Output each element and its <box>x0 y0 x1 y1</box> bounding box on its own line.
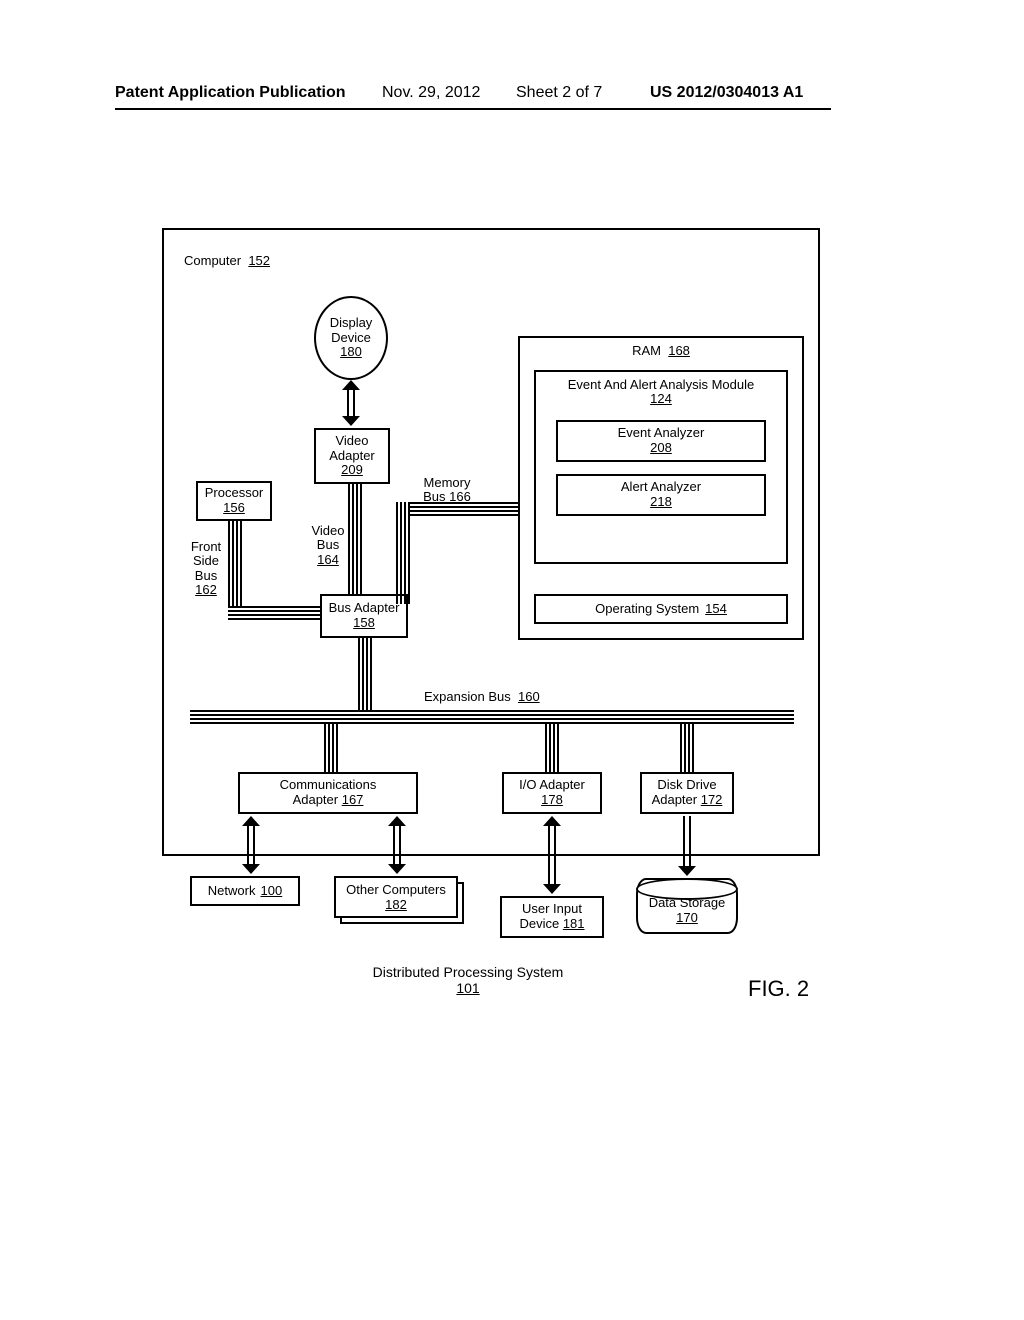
display-device-label-1: Display <box>330 316 373 331</box>
video-adapter-num: 209 <box>341 463 363 478</box>
disk-adapter-label-1: Disk Drive <box>657 778 716 793</box>
expansion-bus-label: Expansion Bus 160 <box>424 690 540 704</box>
ram-label-text: RAM <box>632 343 661 358</box>
arrow-display-to-video <box>342 380 360 426</box>
bus-adapter-label: Bus Adapter <box>329 601 400 616</box>
front-side-bus-v <box>228 521 240 607</box>
front-side-bus-label: FrontSideBus162 <box>184 540 228 597</box>
display-device-label-2: Device <box>331 331 371 346</box>
memory-bus-label: MemoryBus 166 <box>418 476 476 505</box>
os-label: Operating System <box>595 602 699 617</box>
io-adapter: I/O Adapter 178 <box>502 772 602 814</box>
expansion-bus-text: Expansion Bus <box>424 689 511 704</box>
comm-adapter-label-2: Adapter 167 <box>293 793 364 808</box>
bus-adapter-num: 158 <box>353 616 375 631</box>
disk-adapter-label-2: Adapter 172 <box>652 793 723 808</box>
expbus-drop-disk <box>680 722 692 772</box>
network-label: Network <box>208 884 256 899</box>
video-adapter-label-1: Video <box>335 434 368 449</box>
publication-date: Nov. 29, 2012 <box>382 84 480 102</box>
data-storage-num: 170 <box>676 910 698 925</box>
arrow-comm-network <box>242 816 260 874</box>
eaa-module-label: Event And Alert Analysis Module 124 <box>536 378 786 407</box>
video-bus-label: VideoBus164 <box>305 524 351 567</box>
display-device: Display Device 180 <box>314 296 388 380</box>
computer-label-text: Computer <box>184 253 241 268</box>
comm-adapter-label-1: Communications <box>280 778 377 793</box>
data-storage: Data Storage 170 <box>636 878 738 934</box>
memory-bus-h <box>408 502 518 514</box>
event-analyzer-label: Event Analyzer <box>618 426 705 441</box>
network-num: 100 <box>260 884 282 899</box>
operating-system: Operating System 154 <box>534 594 788 624</box>
disk-drive-adapter: Disk Drive Adapter 172 <box>640 772 734 814</box>
os-num: 154 <box>705 602 727 617</box>
other-computers: Other Computers 182 <box>334 876 464 926</box>
io-adapter-label: I/O Adapter <box>519 778 585 793</box>
video-bus <box>348 484 360 594</box>
processor: Processor 156 <box>196 481 272 521</box>
alert-analyzer-num: 218 <box>650 495 672 510</box>
communications-adapter: Communications Adapter 167 <box>238 772 418 814</box>
io-adapter-num: 178 <box>541 793 563 808</box>
sheet-number: Sheet 2 of 7 <box>516 84 602 102</box>
event-analyzer: Event Analyzer 208 <box>556 420 766 462</box>
bus-adapter: Bus Adapter 158 <box>320 594 408 638</box>
expbus-drop-comm <box>324 722 336 772</box>
expbus-drop-io <box>545 722 557 772</box>
arrow-comm-others <box>388 816 406 874</box>
page: Patent Application Publication Nov. 29, … <box>0 0 1024 1320</box>
user-input-label-1: User Input <box>522 902 582 917</box>
event-analyzer-num: 208 <box>650 441 672 456</box>
caption-text: Distributed Processing System <box>373 964 564 980</box>
memory-bus-v <box>396 502 408 604</box>
arrow-disk-storage <box>678 816 696 876</box>
caption-num: 101 <box>456 980 479 996</box>
data-storage-label: Data Storage <box>649 895 726 910</box>
computer-label: Computer 152 <box>184 254 270 268</box>
eaa-module-num: 124 <box>650 391 672 406</box>
eaa-module: Event And Alert Analysis Module 124 Even… <box>534 370 788 564</box>
processor-num: 156 <box>223 501 245 516</box>
fsb-num: 162 <box>195 582 217 597</box>
publication-label: Patent Application Publication <box>115 84 346 102</box>
figure-caption: Distributed Processing System 101 <box>338 964 598 996</box>
eaa-module-text: Event And Alert Analysis Module <box>568 377 754 392</box>
network: Network 100 <box>190 876 300 906</box>
arrow-io-userinput <box>543 816 561 894</box>
ram-block: RAM 168 Event And Alert Analysis Module … <box>518 336 804 640</box>
alert-analyzer: Alert Analyzer 218 <box>556 474 766 516</box>
other-computers-label: Other Computers <box>346 882 446 897</box>
video-adapter-label-2: Adapter <box>329 449 375 464</box>
expansion-bus-num: 160 <box>518 689 540 704</box>
alert-analyzer-label: Alert Analyzer <box>621 480 701 495</box>
user-input-label-2: Device 181 <box>519 917 584 932</box>
computer-label-num: 152 <box>248 253 270 268</box>
figure-label: FIG. 2 <box>748 976 809 1002</box>
expansion-bus <box>190 710 794 722</box>
publication-number: US 2012/0304013 A1 <box>650 84 803 102</box>
ram-num: 168 <box>668 343 690 358</box>
front-side-bus-h <box>228 606 320 618</box>
user-input-device: User Input Device 181 <box>500 896 604 938</box>
processor-label: Processor <box>205 486 264 501</box>
busadapter-to-expansion <box>358 638 370 710</box>
ram-label: RAM 168 <box>520 344 802 358</box>
video-adapter: Video Adapter 209 <box>314 428 390 484</box>
header-divider <box>115 108 831 110</box>
other-computers-num: 182 <box>385 897 407 912</box>
video-bus-num: 164 <box>317 552 339 567</box>
display-device-num: 180 <box>340 345 362 360</box>
